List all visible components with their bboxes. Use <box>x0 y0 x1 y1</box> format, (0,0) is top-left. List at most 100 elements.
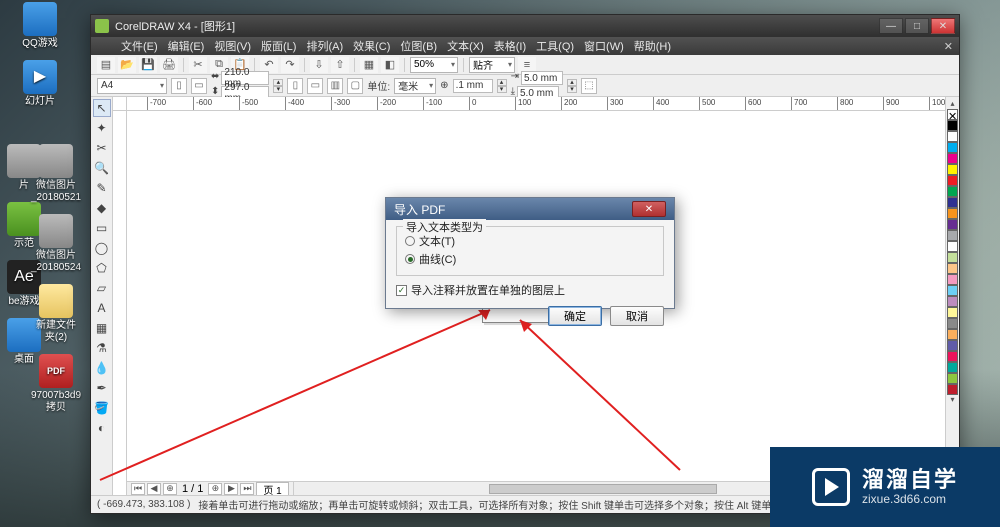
rectangle-tool[interactable]: ▭ <box>93 219 111 237</box>
crop-tool[interactable]: ✂ <box>93 139 111 157</box>
import-button[interactable]: ⇩ <box>310 57 328 73</box>
color-swatch[interactable] <box>947 219 958 230</box>
desktop-icon[interactable]: 微信图片_20180521 <box>34 144 78 204</box>
color-swatch[interactable] <box>947 329 958 340</box>
desktop-icon[interactable]: PDF97007b3d9 拷贝 <box>34 354 78 414</box>
menu-arrange[interactable]: 排列(A) <box>306 38 343 54</box>
menu-effects[interactable]: 效果(C) <box>353 38 390 54</box>
ok-button[interactable]: 确定 <box>548 306 602 326</box>
color-swatch[interactable] <box>947 208 958 219</box>
color-swatch[interactable] <box>947 318 958 329</box>
window-close-button[interactable]: ✕ <box>931 18 955 34</box>
menu-bitmaps[interactable]: 位图(B) <box>400 38 437 54</box>
radio-curves[interactable]: 曲线(C) <box>405 251 655 267</box>
color-swatch[interactable] <box>947 230 958 241</box>
menu-window[interactable]: 窗口(W) <box>584 38 624 54</box>
desktop-icon[interactable]: QQ游戏 <box>18 2 62 50</box>
color-swatch[interactable] <box>947 296 958 307</box>
palette-scroll-up[interactable]: ▴ <box>947 99 958 109</box>
nav-first-page-button[interactable]: ⏮ <box>131 483 145 495</box>
color-swatch[interactable] <box>947 351 958 362</box>
vertical-ruler[interactable] <box>113 111 127 495</box>
color-swatch[interactable] <box>947 153 958 164</box>
dup-spinner[interactable]: ▴▾ <box>567 79 577 93</box>
portrait-icon[interactable]: ▯ <box>287 78 303 94</box>
nav-prev-page-button[interactable]: ◀ <box>147 483 161 495</box>
desktop-icon[interactable]: ▶幻灯片 <box>18 60 62 108</box>
menu-file[interactable]: 文件(E) <box>121 38 158 54</box>
color-swatch[interactable] <box>947 241 958 252</box>
smart-fill-tool[interactable]: ◆ <box>93 199 111 217</box>
menu-edit[interactable]: 编辑(E) <box>168 38 205 54</box>
dup-x-field[interactable]: 5.0 mm <box>521 71 563 85</box>
radio-text[interactable]: 文本(T) <box>405 233 655 249</box>
dialog-titlebar[interactable]: 导入 PDF ✕ <box>386 198 674 220</box>
cut-button[interactable]: ✂ <box>189 57 207 73</box>
zoom-combo[interactable]: 50% <box>410 57 458 73</box>
table-tool[interactable]: ▦ <box>93 319 111 337</box>
color-swatch[interactable] <box>947 131 958 142</box>
menu-tools[interactable]: 工具(Q) <box>536 38 574 54</box>
polygon-tool[interactable]: ⬠ <box>93 259 111 277</box>
eyedropper-tool[interactable]: 💧 <box>93 359 111 377</box>
ruler-origin[interactable] <box>113 97 127 111</box>
single-page-icon[interactable]: ▢ <box>347 78 363 94</box>
no-color-swatch[interactable]: ✕ <box>947 109 958 120</box>
text-tool[interactable]: A <box>93 299 111 317</box>
color-swatch[interactable] <box>947 362 958 373</box>
document-close-button[interactable]: ✕ <box>944 40 953 53</box>
color-swatch[interactable] <box>947 252 958 263</box>
window-titlebar[interactable]: CorelDRAW X4 - [图形1] — □ ✕ <box>91 15 959 37</box>
page-tab[interactable]: 页 1 <box>256 482 288 496</box>
fill-tool[interactable]: 🪣 <box>93 399 111 417</box>
menu-view[interactable]: 视图(V) <box>214 38 251 54</box>
paper-size-combo[interactable]: A4 <box>97 78 167 94</box>
unit-combo[interactable]: 毫米 <box>394 78 436 94</box>
dialog-close-button[interactable]: ✕ <box>632 201 666 217</box>
welcome-button[interactable]: ◧ <box>381 57 399 73</box>
palette-scroll-down[interactable]: ▾ <box>947 395 958 405</box>
new-doc-button[interactable]: ▤ <box>97 57 115 73</box>
desktop-icon[interactable]: 新建文件夹(2) <box>34 284 78 344</box>
redo-button[interactable]: ↷ <box>281 57 299 73</box>
shape-tool[interactable]: ✦ <box>93 119 111 137</box>
window-minimize-button[interactable]: — <box>879 18 903 34</box>
desktop-icon[interactable]: 微信图片_20180524 <box>34 214 78 274</box>
landscape-icon[interactable]: ▭ <box>307 78 323 94</box>
nav-last-page-button[interactable]: ⏭ <box>240 483 254 495</box>
basic-shapes-tool[interactable]: ▱ <box>93 279 111 297</box>
ellipse-tool[interactable]: ◯ <box>93 239 111 257</box>
interactive-fill-tool[interactable]: ◐ <box>93 419 111 437</box>
menu-table[interactable]: 表格(I) <box>494 38 526 54</box>
pick-tool[interactable]: ↖ <box>93 99 111 117</box>
orientation-landscape-button[interactable]: ▭ <box>191 78 207 94</box>
color-swatch[interactable] <box>947 197 958 208</box>
freehand-tool[interactable]: ✎ <box>93 179 111 197</box>
nudge-spinner[interactable]: ▴▾ <box>497 79 507 93</box>
nudge-field[interactable]: .1 mm <box>453 79 493 93</box>
color-swatch[interactable] <box>947 274 958 285</box>
color-swatch[interactable] <box>947 340 958 351</box>
nav-add-before-button[interactable]: ⊕ <box>163 483 177 495</box>
horizontal-ruler[interactable]: -700-600-500-400-300-200-100010020030040… <box>127 97 945 111</box>
color-swatch[interactable] <box>947 373 958 384</box>
open-button[interactable]: 📂 <box>118 57 136 73</box>
color-swatch[interactable] <box>947 164 958 175</box>
nav-add-after-button[interactable]: ⊕ <box>208 483 222 495</box>
color-swatch[interactable] <box>947 175 958 186</box>
orientation-portrait-button[interactable]: ▯ <box>171 78 187 94</box>
color-swatch[interactable] <box>947 142 958 153</box>
size-spinner[interactable]: ▴▾ <box>273 79 283 93</box>
save-button[interactable]: 💾 <box>139 57 157 73</box>
window-maximize-button[interactable]: □ <box>905 18 929 34</box>
interactive-tool[interactable]: ⚗ <box>93 339 111 357</box>
menu-layout[interactable]: 版面(L) <box>261 38 296 54</box>
facing-pages-icon[interactable]: ▥ <box>327 78 343 94</box>
print-button[interactable]: 🖨 <box>160 57 178 73</box>
export-button[interactable]: ⇧ <box>331 57 349 73</box>
menu-text[interactable]: 文本(X) <box>447 38 484 54</box>
treat-as-filled-icon[interactable]: ⬚ <box>581 78 597 94</box>
color-swatch[interactable] <box>947 263 958 274</box>
nav-next-page-button[interactable]: ▶ <box>224 483 238 495</box>
outline-tool[interactable]: ✒ <box>93 379 111 397</box>
